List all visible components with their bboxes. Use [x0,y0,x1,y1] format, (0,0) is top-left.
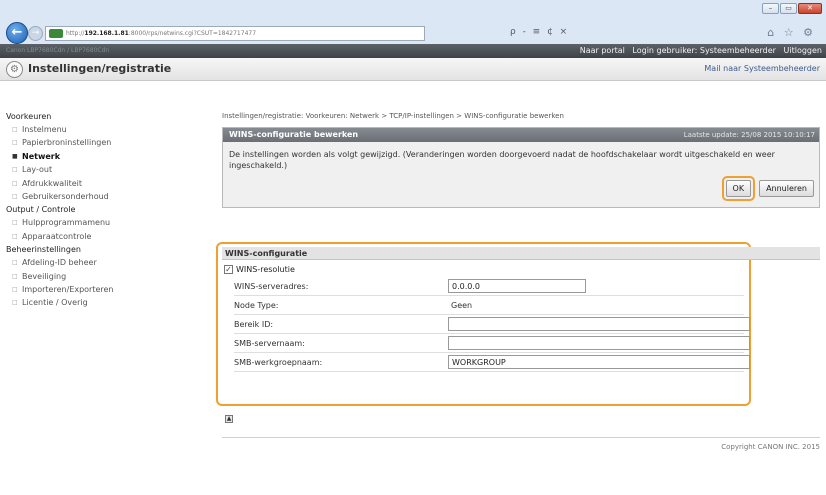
sidebar-heading: Output / Controle [6,205,76,215]
wins-resolution-checkbox[interactable]: ✓ [224,265,233,274]
node-type-row: Node Type: Geen [234,298,744,315]
smb-server-row: SMB-servernaam: [234,336,750,353]
logout-link[interactable]: Uitloggen [784,46,822,55]
sidebar-item[interactable]: Apparaatcontrole [0,230,200,244]
last-update: Laatste update: 25/08 2015 10:10:17 [683,131,815,139]
edit-panel-header: WINS-configuratie bewerken Laatste updat… [223,128,819,142]
page-title-bar: ⚙ Instellingen/registratie Mail naar Sys… [0,58,826,81]
main-content: Instellingen/registratie: Voorkeuren: Ne… [216,110,820,451]
smb-server-input[interactable] [448,336,750,350]
sidebar-heading: Beheerinstellingen [6,245,81,255]
smb-workgroup-input[interactable] [448,355,750,369]
wins-server-label: WINS-serveradres: [234,282,309,291]
sidebar-heading: Voorkeuren [6,112,52,121]
smb-server-label: SMB-servernaam: [234,339,305,348]
panel-title: WINS-configuratie bewerken [229,130,359,139]
panel-description: De instellingen worden als volgt gewijzi… [229,150,775,170]
login-user-label: Login gebruiker: Systeembeheerder [632,46,776,55]
maximize-icon[interactable]: ▭ [780,3,797,14]
url-host: 192.168.1.81 [84,30,129,37]
smb-workgroup-row: SMB-werkgroepnaam: [234,355,750,372]
smb-workgroup-label: SMB-werkgroepnaam: [234,358,323,367]
sidebar-item[interactable]: Licentie / Overig [0,296,200,310]
back-icon[interactable]: ← [6,22,28,44]
url-prefix: http:// [66,30,85,37]
app-header-bar: Canon LBP7680Cdn / LBP7680Cdn Naar porta… [0,44,826,58]
site-favicon-icon [49,29,63,38]
edit-panel: WINS-configuratie bewerken Laatste updat… [222,127,820,208]
mail-admin-link[interactable]: Mail naar Systeembeheerder [704,64,820,73]
header-links: Naar portal Login gebruiker: Systeembehe… [575,46,822,55]
wins-server-row: WINS-serveradres: [234,279,744,296]
sidebar-item[interactable]: Beveiliging [0,270,200,284]
button-row: OK Annuleren [721,176,814,201]
device-name: Canon LBP7680Cdn / LBP7680Cdn [6,47,110,54]
footer-divider [222,437,820,438]
node-type-value: Geen [451,301,473,310]
cancel-button[interactable]: Annuleren [759,180,814,197]
breadcrumb: Instellingen/registratie: Voorkeuren: Ne… [222,112,564,120]
sidebar-item[interactable]: Instelmenu [0,123,200,137]
sidebar: Voorkeuren InstelmenuPapierbroninstelling… [0,82,200,495]
browser-chrome: – ▭ ✕ ← → http://192.168.1.81:8000/rps/n… [0,0,826,44]
scope-id-row: Bereik ID: [234,317,750,334]
url-rest: :8000/rps/netwins.cgi?CSUT=1842717477 [128,30,257,37]
ok-highlight: OK [721,176,756,201]
settings-gear-icon: ⚙ [6,61,23,78]
sidebar-item[interactable]: Hulpprogrammamenu [0,216,200,230]
address-bar[interactable]: http://192.168.1.81:8000/rps/netwins.cgi… [45,26,425,41]
address-tools-icon[interactable]: ρ - ≡ ¢ × [510,27,569,37]
wins-server-input[interactable] [448,279,586,293]
close-icon[interactable]: ✕ [798,3,822,14]
page-title: Instellingen/registratie [28,62,172,75]
sidebar-item[interactable]: Afdeling-ID beheer [0,256,200,270]
sidebar-item[interactable]: Importeren/Exporteren [0,283,200,297]
window-controls: – ▭ ✕ [762,3,822,14]
scroll-top-icon[interactable]: ▲ [225,415,233,423]
edit-panel-body: De instellingen worden als volgt gewijzi… [223,142,819,207]
sidebar-item[interactable]: Netwerk [0,150,200,164]
scope-id-label: Bereik ID: [234,320,274,329]
sidebar-item[interactable]: Papierbroninstellingen [0,136,200,150]
scope-id-input[interactable] [448,317,750,331]
sidebar-item[interactable]: Gebruikersonderhoud [0,190,200,204]
sidebar-item[interactable]: Afdrukkwaliteit [0,177,200,191]
minimize-icon[interactable]: – [762,3,779,14]
portal-link[interactable]: Naar portal [580,46,625,55]
node-type-label: Node Type: [234,301,279,310]
home-star-gear-icon[interactable]: ⌂ ☆ ⚙ [767,26,816,39]
wins-resolution-label: WINS-resolutie [236,265,295,274]
sidebar-item[interactable]: Lay-out [0,163,200,177]
copyright: Copyright CANON INC. 2015 [721,443,820,451]
ok-button[interactable]: OK [725,180,752,197]
forward-icon[interactable]: → [28,26,43,41]
wins-section-header: WINS-configuratie [222,247,820,260]
wins-resolution-row: ✓ WINS-resolutie [224,265,295,274]
